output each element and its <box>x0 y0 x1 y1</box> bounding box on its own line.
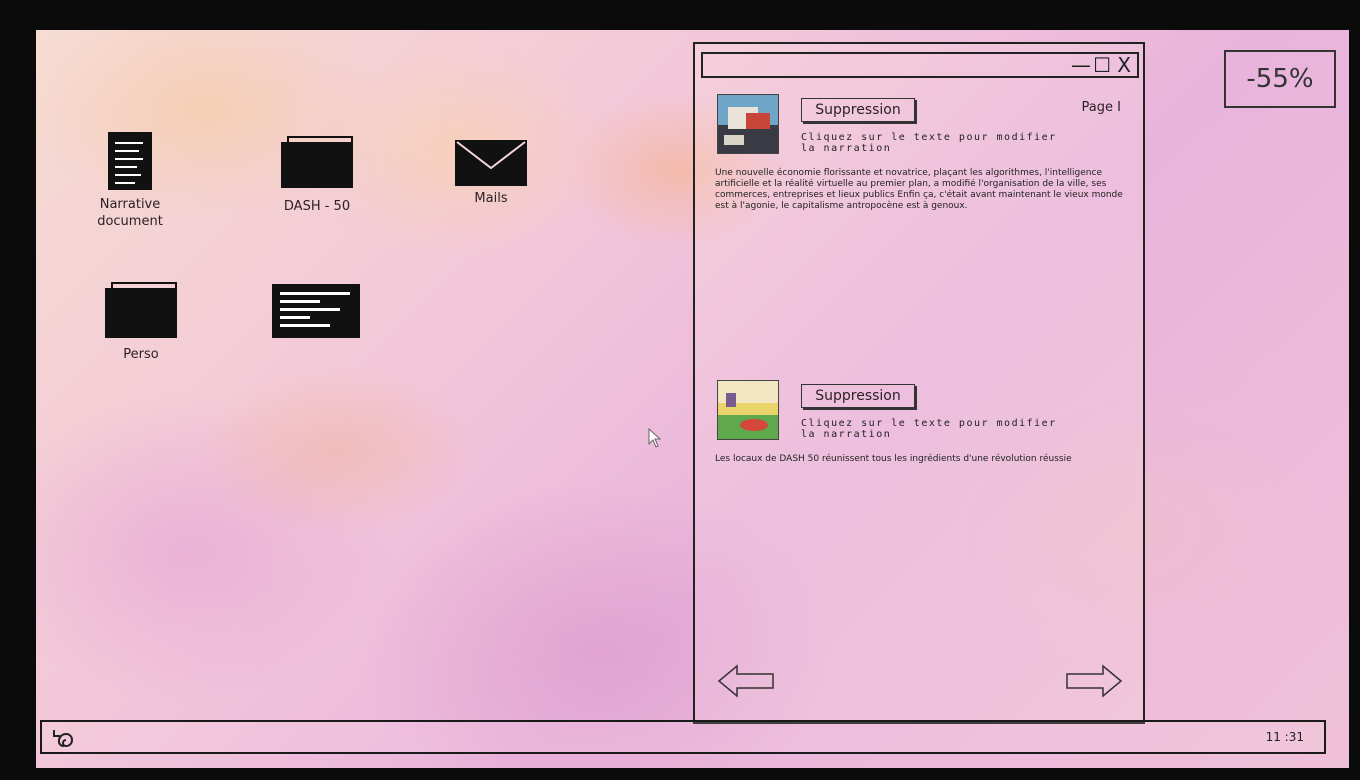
perso-folder[interactable]: Perso <box>98 282 184 363</box>
icon-label: Narrative document <box>97 197 163 229</box>
document-icon <box>108 132 152 190</box>
taskbar: 11 :31 <box>40 720 1326 754</box>
terminal-shortcut[interactable] <box>270 284 362 338</box>
folder-icon <box>105 282 177 338</box>
narrative-text[interactable]: Les locaux de DASH 50 réunissent tous le… <box>715 454 1127 465</box>
icon-label: Mails <box>474 191 508 206</box>
swirl-icon[interactable] <box>50 726 80 754</box>
icon-label: Perso <box>123 347 159 362</box>
dash-50-folder[interactable]: DASH - 50 <box>274 136 360 215</box>
clock: 11 :31 <box>1265 730 1304 744</box>
icon-label: DASH - 50 <box>283 199 351 214</box>
suppression-button[interactable]: Suppression <box>801 384 915 408</box>
narrative-post: Suppression Page I Cliquez sur le texte … <box>715 94 1125 274</box>
maximize-button[interactable]: ☐ <box>1093 55 1111 75</box>
narrative-window: — ☐ X Suppression Page I Cliquez sur le … <box>693 42 1145 724</box>
page-label: Page I <box>1081 100 1121 115</box>
edit-hint: Cliquez sur le texte pour modifier la na… <box>801 132 1057 154</box>
left-arrow-icon[interactable] <box>717 664 775 702</box>
narrative-post: Suppression Cliquez sur le texte pour mo… <box>715 380 1125 480</box>
cursor-icon <box>648 427 662 452</box>
post-thumbnail <box>717 380 779 440</box>
post-thumbnail <box>717 94 779 154</box>
percentage-indicator: -55% <box>1224 50 1336 108</box>
envelope-icon <box>455 140 527 186</box>
narrative-document-shortcut[interactable]: Narrative document <box>82 132 178 230</box>
right-arrow-icon[interactable] <box>1065 664 1123 702</box>
edit-hint: Cliquez sur le texte pour modifier la na… <box>801 418 1057 440</box>
window-titlebar[interactable]: — ☐ X <box>701 52 1139 78</box>
terminal-icon <box>272 284 360 338</box>
suppression-button[interactable]: Suppression <box>801 98 915 122</box>
minimize-button[interactable]: — <box>1071 55 1091 75</box>
close-button[interactable]: X <box>1117 55 1131 75</box>
narrative-text[interactable]: Une nouvelle économie florissante et nov… <box>715 168 1127 212</box>
folder-icon <box>281 136 353 188</box>
mails-shortcut[interactable]: Mails <box>448 140 534 207</box>
